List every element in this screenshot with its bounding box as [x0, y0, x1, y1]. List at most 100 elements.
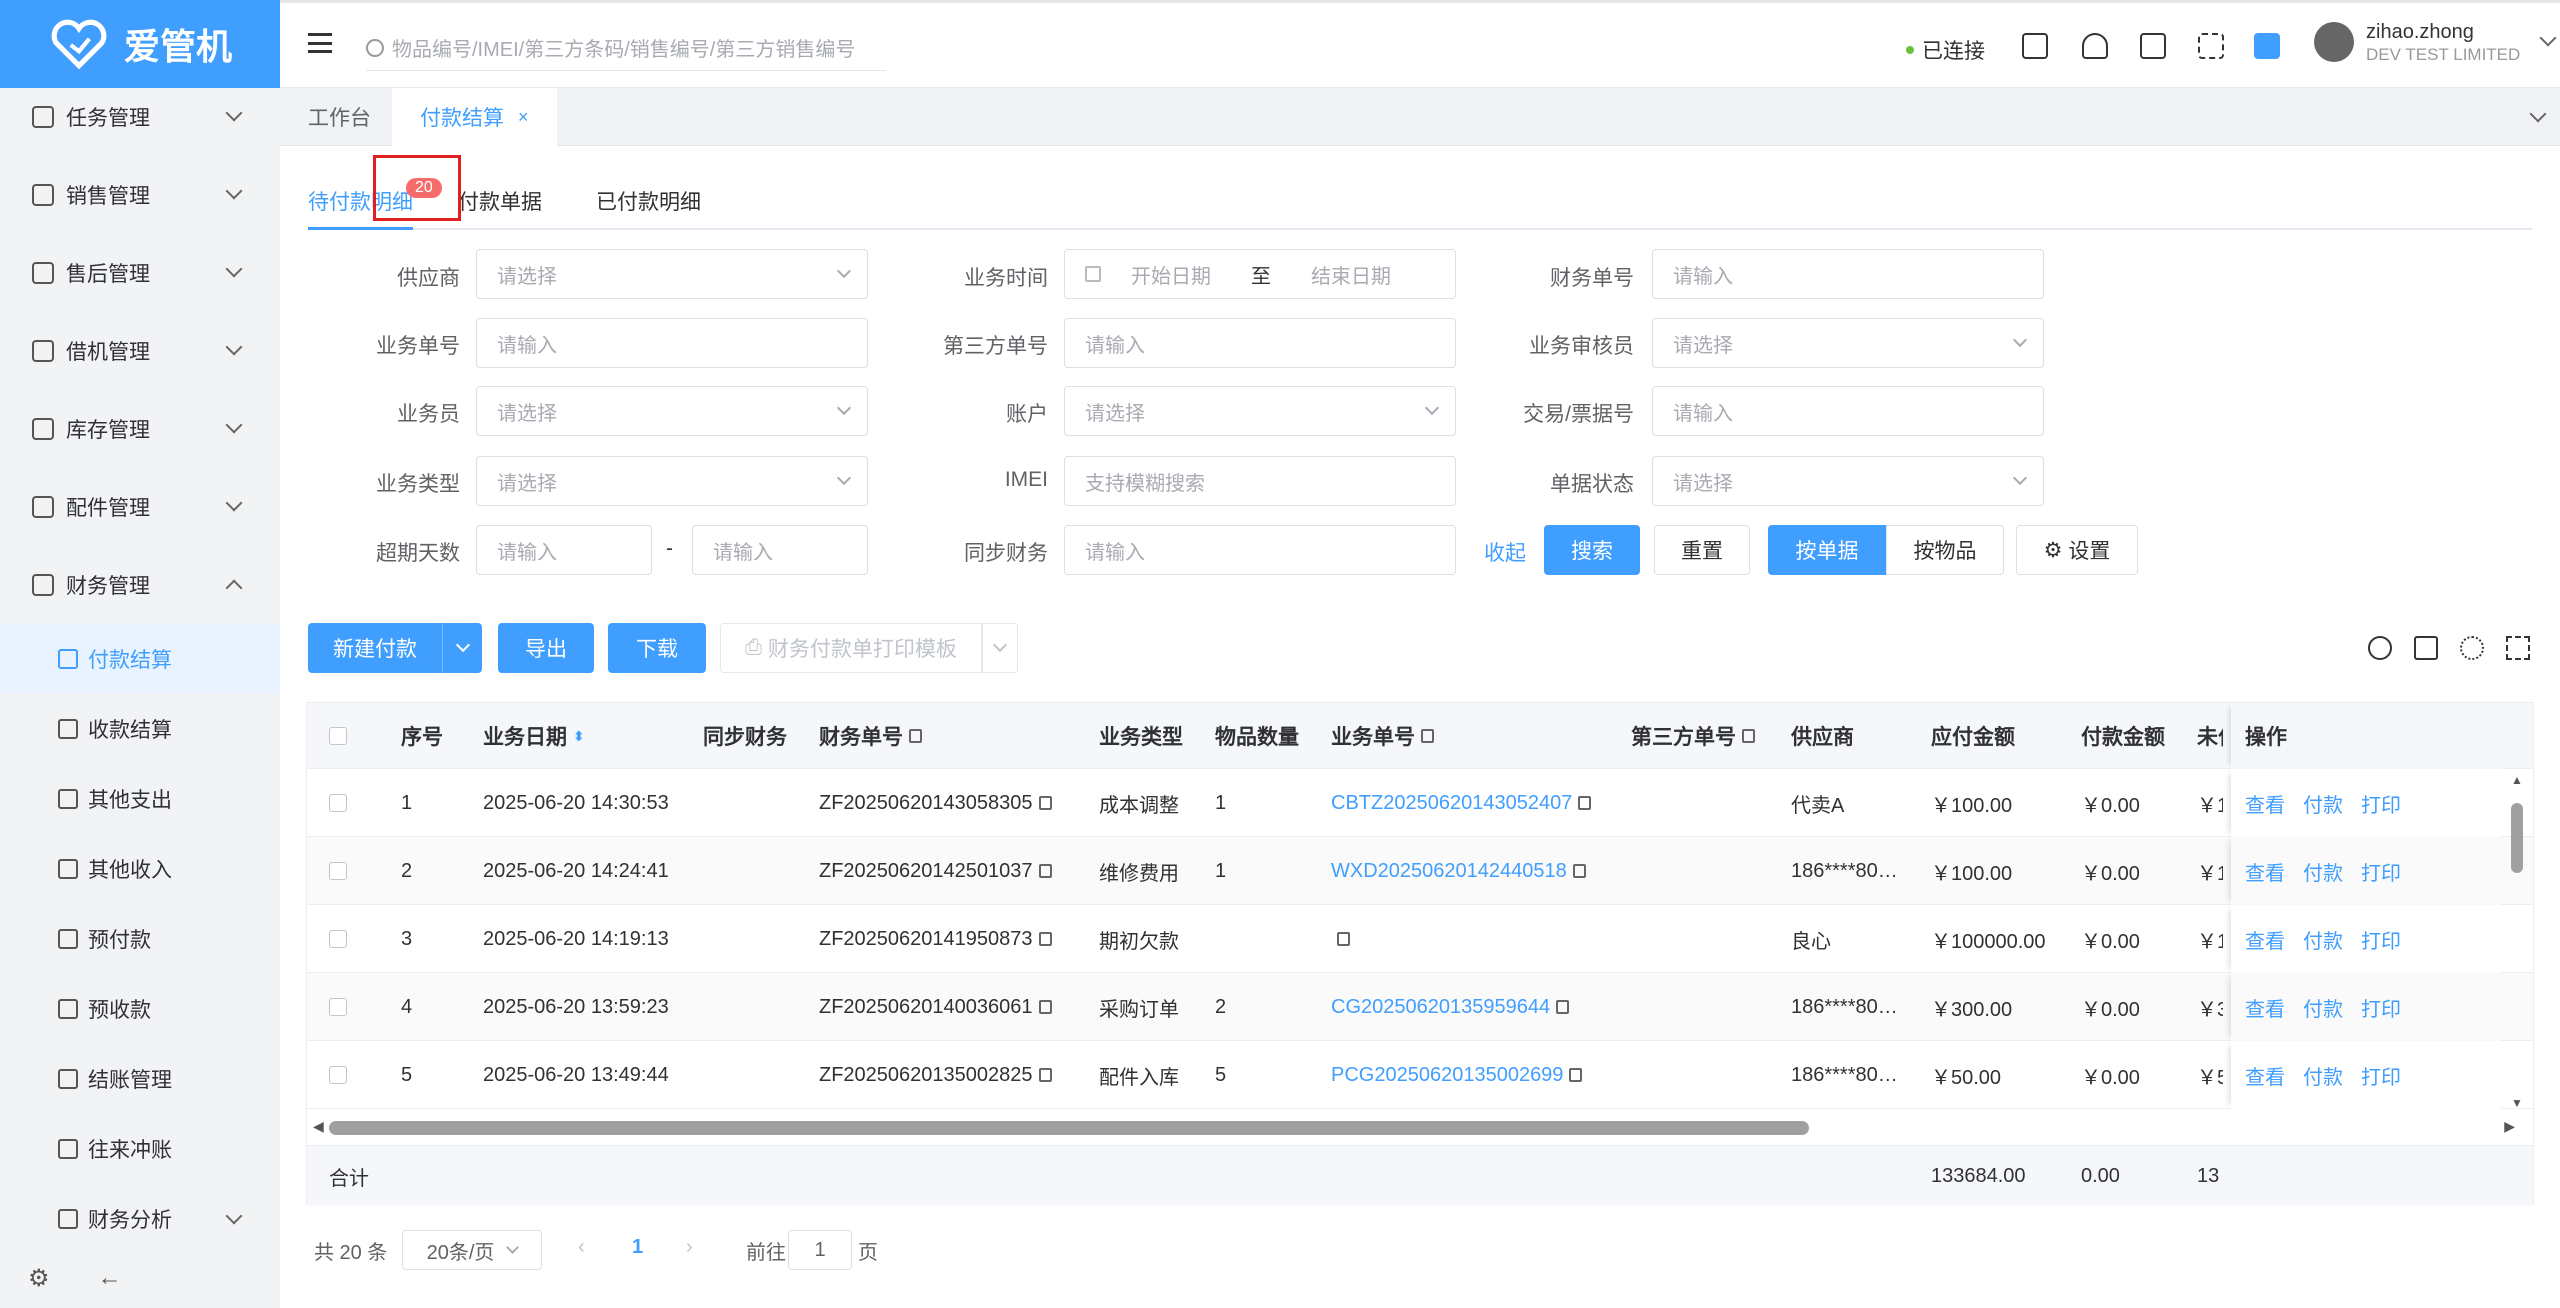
next-page-icon[interactable]: › [686, 1236, 693, 1259]
row-select[interactable] [315, 1041, 347, 1109]
sub-other-income[interactable]: 其他收入 [0, 834, 280, 904]
scroll-down-icon[interactable]: ▼ [2511, 1096, 2523, 1110]
arrow-left-icon[interactable]: ← [98, 1264, 122, 1292]
settings-button[interactable]: ⚙ 设置 [2016, 525, 2138, 575]
sub-settle[interactable]: 结账管理 [0, 1044, 280, 1114]
checkbox[interactable] [329, 794, 347, 812]
bell-icon[interactable] [2082, 33, 2108, 59]
checkbox[interactable] [329, 727, 347, 745]
chevron-down-icon[interactable] [2529, 105, 2547, 123]
print-link[interactable]: 打印 [2361, 993, 2401, 1022]
header-select-all[interactable] [315, 703, 365, 769]
checkbox[interactable] [329, 862, 347, 880]
sub-receipt-settlement[interactable]: 收款结算 [0, 694, 280, 764]
scroll-thumb[interactable] [329, 1121, 1809, 1135]
collapse-link[interactable]: 收起 [1484, 537, 1526, 567]
checkbox[interactable] [329, 998, 347, 1016]
row-select[interactable] [315, 973, 347, 1041]
sync-input[interactable]: 请输入 [1064, 525, 1456, 575]
page-number-current[interactable]: 1 [632, 1236, 643, 1259]
prev-page-icon[interactable]: ‹ [578, 1236, 585, 1259]
fullscreen-icon[interactable] [2198, 33, 2224, 59]
scroll-right-icon[interactable]: ▶ [2504, 1118, 2515, 1135]
overdue-max-input[interactable]: 请输入 [692, 525, 868, 575]
date-range-picker[interactable]: 开始日期 至 结束日期 [1064, 249, 1456, 299]
search-icon[interactable] [2368, 636, 2392, 660]
sub-payment-settlement[interactable]: 付款结算 [0, 624, 280, 694]
subtab-payment-docs[interactable]: 付款单据 [458, 186, 542, 216]
user-menu[interactable]: zihao.zhong DEV TEST LIMITED [2314, 19, 2557, 65]
copy-icon[interactable] [1038, 1068, 1052, 1082]
pay-link[interactable]: 付款 [2303, 789, 2343, 818]
gear-icon[interactable] [2460, 636, 2484, 660]
vertical-scrollbar[interactable]: ▲ ▼ [2511, 769, 2525, 1114]
copy-icon[interactable] [1742, 729, 1755, 743]
row-select[interactable] [315, 905, 347, 973]
print-template-button[interactable]: ⎙ 财务付款单打印模板 [720, 623, 982, 673]
view-link[interactable]: 查看 [2245, 789, 2285, 818]
copy-icon[interactable] [1556, 1000, 1570, 1014]
checkbox[interactable] [329, 930, 347, 948]
new-payment-dropdown[interactable] [442, 623, 482, 673]
menu-sales[interactable]: 销售管理 [0, 156, 280, 234]
menu-task[interactable]: 任务管理 [0, 78, 280, 156]
view-link[interactable]: 查看 [2245, 993, 2285, 1022]
copy-icon[interactable] [1038, 932, 1052, 946]
pay-link[interactable]: 付款 [2303, 925, 2343, 954]
view-link[interactable]: 查看 [2245, 925, 2285, 954]
cell-biz[interactable]: CG20250620135959644 [1317, 973, 1617, 1041]
dropdown-square-icon[interactable] [2254, 33, 2280, 59]
pay-link[interactable]: 付款 [2303, 857, 2343, 886]
sort-icon[interactable]: ⬍ [573, 728, 585, 745]
horizontal-scrollbar[interactable]: ◀ ▶ [313, 1118, 2515, 1136]
copy-icon[interactable] [1421, 729, 1434, 743]
sub-prereceive[interactable]: 预收款 [0, 974, 280, 1044]
view-link[interactable]: 查看 [2245, 857, 2285, 886]
view-link[interactable]: 查看 [2245, 1061, 2285, 1090]
row-select[interactable] [315, 769, 347, 837]
trade-no-input[interactable]: 请输入 [1652, 386, 2044, 436]
menu-aftersale[interactable]: 售后管理 [0, 234, 280, 312]
scroll-thumb[interactable] [2511, 803, 2523, 873]
pay-link[interactable]: 付款 [2303, 1061, 2343, 1090]
third-no-input[interactable]: 请输入 [1064, 318, 1456, 368]
account-select[interactable]: 请选择 [1064, 386, 1456, 436]
download-button[interactable]: 下载 [608, 623, 706, 673]
menu-toggle-icon[interactable] [308, 33, 332, 53]
cell-biz[interactable]: PCG20250620135002699 [1317, 1041, 1617, 1109]
page-size-select[interactable]: 20条/页 [402, 1230, 542, 1270]
tab-workbench[interactable]: 工作台 [280, 88, 399, 146]
scroll-up-icon[interactable]: ▲ [2511, 773, 2523, 787]
subtab-paid-details[interactable]: 已付款明细 [596, 186, 701, 216]
copy-icon[interactable] [1578, 796, 1592, 810]
search-input[interactable]: 物品编号/IMEI/第三方条码/销售编号/第三方销售编号 [366, 25, 886, 71]
salesman-select[interactable]: 请选择 [476, 386, 868, 436]
overdue-min-input[interactable]: 请输入 [476, 525, 652, 575]
by-doc-button[interactable]: 按单据 [1768, 525, 1886, 575]
gear-icon[interactable]: ⚙ [28, 1264, 50, 1293]
tab-payment-settlement[interactable]: 付款结算 × [392, 88, 557, 146]
goto-input[interactable]: 1 [788, 1230, 852, 1270]
checkbox[interactable] [329, 1066, 347, 1084]
column-width-icon[interactable] [2414, 636, 2438, 660]
menu-inventory[interactable]: 库存管理 [0, 390, 280, 468]
biz-type-select[interactable]: 请选择 [476, 456, 868, 506]
calculator-icon[interactable] [2022, 33, 2048, 59]
menu-finance[interactable]: 财务管理 [0, 546, 280, 624]
copy-icon[interactable] [1572, 864, 1586, 878]
scroll-left-icon[interactable]: ◀ [313, 1118, 324, 1135]
print-link[interactable]: 打印 [2361, 789, 2401, 818]
print-link[interactable]: 打印 [2361, 925, 2401, 954]
close-icon[interactable]: × [518, 107, 529, 128]
copy-icon[interactable] [1038, 1000, 1052, 1014]
row-select[interactable] [315, 837, 347, 905]
header-date[interactable]: 业务日期 ⬍ [469, 703, 689, 769]
cell-biz[interactable]: CBTZ20250620143052407 [1317, 769, 1617, 837]
sub-prepay[interactable]: 预付款 [0, 904, 280, 974]
supplier-select[interactable]: 请选择 [476, 249, 868, 299]
copy-icon[interactable] [1038, 796, 1052, 810]
auditor-select[interactable]: 请选择 [1652, 318, 2044, 368]
fullscreen-icon[interactable] [2506, 636, 2530, 660]
sub-analysis[interactable]: 财务分析 [0, 1184, 280, 1254]
biz-no-input[interactable]: 请输入 [476, 318, 868, 368]
